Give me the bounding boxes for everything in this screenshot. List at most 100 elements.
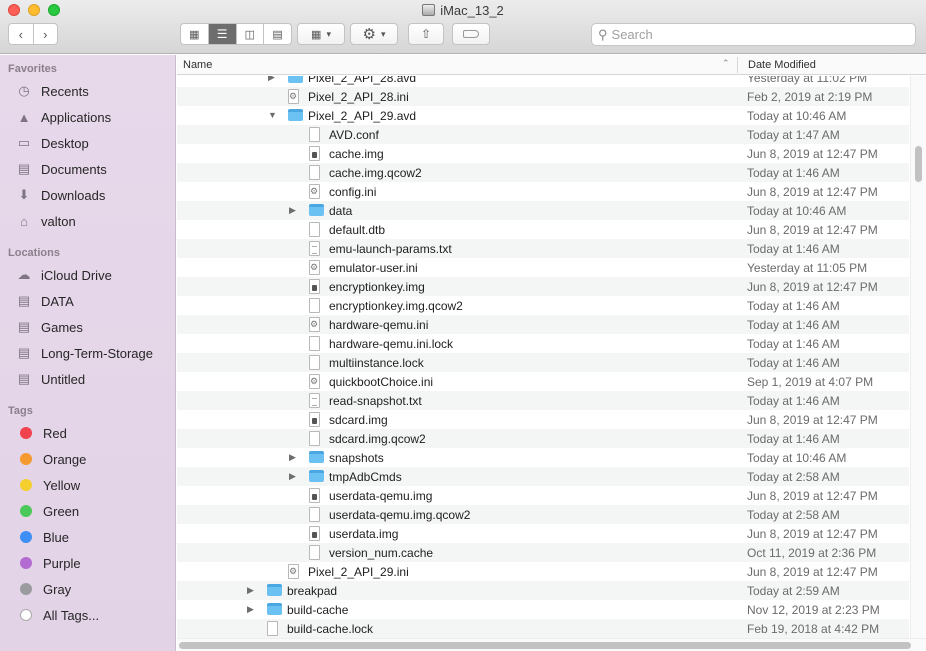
file-row[interactable]: read-snapshot.txt Today at 1:46 AM <box>177 391 909 410</box>
file-row[interactable]: encryptionkey.img Jun 8, 2019 at 12:47 PM <box>177 277 909 296</box>
folder-row[interactable]: ▶ snapshots Today at 10:46 AM <box>177 448 909 467</box>
file-row[interactable]: emulator-user.ini Yesterday at 11:05 PM <box>177 258 909 277</box>
column-view-button[interactable]: ◫ <box>237 24 265 44</box>
sort-ascending-icon: ⌃ <box>722 58 730 68</box>
disclosure-collapsed-icon[interactable]: ▶ <box>289 205 299 216</box>
file-row[interactable]: hardware-qemu.ini.lock Today at 1:46 AM <box>177 334 909 353</box>
file-row[interactable]: multiinstance.lock Today at 1:46 AM <box>177 353 909 372</box>
file-row[interactable]: AVD.conf Today at 1:47 AM <box>177 125 909 144</box>
group-by-button[interactable]: ▦ ▾ <box>297 23 345 45</box>
sidebar-item-valton[interactable]: ⌂ valton <box>0 208 175 234</box>
file-row[interactable]: userdata.img Jun 8, 2019 at 12:47 PM <box>177 524 909 543</box>
file-row[interactable]: Pixel_2_API_29.ini Jun 8, 2019 at 12:47 P… <box>177 562 909 581</box>
file-row[interactable]: version_num.cache Oct 11, 2019 at 2:36 PM <box>177 543 909 562</box>
horizontal-scrollbar[interactable] <box>177 638 926 651</box>
file-name: hardware-qemu.ini <box>329 318 429 332</box>
sidebar-item-gray[interactable]: Gray <box>0 576 175 602</box>
file-row[interactable]: Pixel_2_API_28.ini Feb 2, 2019 at 2:19 PM <box>177 87 909 106</box>
search-icon: ⚲ <box>598 26 608 42</box>
folder-row[interactable]: ▼ Pixel_2_API_29.avd Today at 10:46 AM <box>177 106 909 125</box>
sidebar-item-data[interactable]: ▤ DATA <box>0 288 175 314</box>
file-row[interactable]: userdata-qemu.img.qcow2 Today at 2:58 AM <box>177 505 909 524</box>
sidebar-item-documents[interactable]: ▤ Documents <box>0 156 175 182</box>
document-icon <box>309 336 320 351</box>
share-button[interactable]: ⇧ <box>408 23 444 45</box>
disk-icon: ▤ <box>17 371 31 386</box>
sidebar-item-all-tags[interactable]: All Tags... <box>0 602 175 628</box>
sidebar: Favorites ◷ Recents ▲ Applications ▭ Desktop ▤… <box>0 55 176 651</box>
list-view-button[interactable]: ☰ <box>208 24 237 44</box>
sidebar-item-label: Documents <box>41 161 107 177</box>
sidebar-item-games[interactable]: ▤ Games <box>0 314 175 340</box>
back-button[interactable]: ‹ <box>9 24 34 44</box>
file-row[interactable]: sdcard.img Jun 8, 2019 at 12:47 PM <box>177 410 909 429</box>
date-modified: Jun 8, 2019 at 12:47 PM <box>747 147 878 161</box>
sidebar-item-label: Downloads <box>41 187 106 203</box>
disclosure-collapsed-icon[interactable]: ▶ <box>289 471 299 482</box>
tag-color-dot <box>20 557 32 569</box>
folder-row[interactable]: ▶ tmpAdbCmds Today at 2:58 AM <box>177 467 909 486</box>
search-field[interactable]: ⚲ <box>591 23 916 46</box>
date-modified: Today at 1:46 AM <box>747 318 840 332</box>
file-name: Pixel_2_API_28.avd <box>308 76 417 85</box>
date-modified: Today at 10:46 AM <box>747 451 847 465</box>
horizontal-scroll-thumb[interactable] <box>179 642 911 649</box>
date-modified-column-header[interactable]: Date Modified <box>748 59 816 71</box>
folder-icon <box>267 603 282 615</box>
sidebar-item-long-term-storage[interactable]: ▤ Long-Term-Storage <box>0 340 175 366</box>
file-row[interactable]: userdata-qemu.img Jun 8, 2019 at 12:47 PM <box>177 486 909 505</box>
sidebar-item-yellow[interactable]: Yellow <box>0 472 175 498</box>
sidebar-item-icloud-drive[interactable]: ☁ iCloud Drive <box>0 262 175 288</box>
sidebar-item-orange[interactable]: Orange <box>0 446 175 472</box>
sidebar-item-red[interactable]: Red <box>0 420 175 446</box>
folder-icon <box>309 451 324 463</box>
folder-row[interactable]: ▶ build-cache Nov 12, 2019 at 2:23 PM <box>177 600 909 619</box>
folder-row[interactable]: ▶ breakpad Today at 2:59 AM <box>177 581 909 600</box>
sidebar-item-untitled[interactable]: ▤ Untitled <box>0 366 175 392</box>
sidebar-item-desktop[interactable]: ▭ Desktop <box>0 130 175 156</box>
sidebar-item-purple[interactable]: Purple <box>0 550 175 576</box>
folder-row[interactable]: ▶ data Today at 10:46 AM <box>177 201 909 220</box>
file-row[interactable]: sdcard.img.qcow2 Today at 1:46 AM <box>177 429 909 448</box>
file-row[interactable]: cache.img.qcow2 Today at 1:46 AM <box>177 163 909 182</box>
name-column-header[interactable]: Name <box>183 59 212 71</box>
column-divider[interactable] <box>737 57 738 73</box>
gallery-view-button[interactable]: ▤ <box>264 24 291 44</box>
date-modified: Jun 8, 2019 at 12:47 PM <box>747 185 878 199</box>
file-row[interactable]: cache.img Jun 8, 2019 at 12:47 PM <box>177 144 909 163</box>
action-menu-button[interactable]: ⚙ ▾ <box>350 23 398 45</box>
icon-view-button[interactable]: ▦ <box>181 24 209 44</box>
sidebar-item-applications[interactable]: ▲ Applications <box>0 104 175 130</box>
disclosure-collapsed-icon[interactable]: ▶ <box>289 452 299 463</box>
disk-icon: ▤ <box>17 345 31 360</box>
edit-tags-button[interactable] <box>452 23 490 45</box>
sidebar-item-green[interactable]: Green <box>0 498 175 524</box>
disclosure-collapsed-icon[interactable]: ▶ <box>247 585 257 596</box>
sidebar-item-downloads[interactable]: ⬇ Downloads <box>0 182 175 208</box>
file-row[interactable]: default.dtb Jun 8, 2019 at 12:47 PM <box>177 220 909 239</box>
disclosure-collapsed-icon[interactable]: ▶ <box>268 76 278 83</box>
vertical-scroll-thumb[interactable] <box>915 146 922 182</box>
folder-row[interactable]: ▶ Pixel_2_API_28.avd Yesterday at 11:02 PM <box>177 76 909 87</box>
group-grid-icon: ▦ <box>311 28 322 41</box>
file-row[interactable]: encryptionkey.img.qcow2 Today at 1:46 AM <box>177 296 909 315</box>
sidebar-item-blue[interactable]: Blue <box>0 524 175 550</box>
search-input[interactable] <box>611 27 892 42</box>
disk-image-icon <box>309 412 320 427</box>
forward-button[interactable]: › <box>34 24 58 44</box>
date-modified: Today at 10:46 AM <box>747 109 847 123</box>
file-row[interactable]: quickbootChoice.ini Sep 1, 2019 at 4:07 P… <box>177 372 909 391</box>
file-row[interactable]: config.ini Jun 8, 2019 at 12:47 PM <box>177 182 909 201</box>
date-modified: Today at 10:46 AM <box>747 204 847 218</box>
date-modified: Jun 8, 2019 at 12:47 PM <box>747 565 878 579</box>
file-name: build-cache.lock <box>287 622 374 636</box>
file-name: Pixel_2_API_29.ini <box>308 565 409 579</box>
disclosure-expanded-icon[interactable]: ▼ <box>268 110 278 120</box>
vertical-scrollbar[interactable] <box>910 76 926 638</box>
disclosure-collapsed-icon[interactable]: ▶ <box>247 604 257 615</box>
file-row[interactable]: hardware-qemu.ini Today at 1:46 AM <box>177 315 909 334</box>
sidebar-item-recents[interactable]: ◷ Recents <box>0 78 175 104</box>
window-title: iMac_13_2 <box>0 3 926 18</box>
file-row[interactable]: build-cache.lock Feb 19, 2018 at 4:42 PM <box>177 619 909 638</box>
file-row[interactable]: emu-launch-params.txt Today at 1:46 AM <box>177 239 909 258</box>
